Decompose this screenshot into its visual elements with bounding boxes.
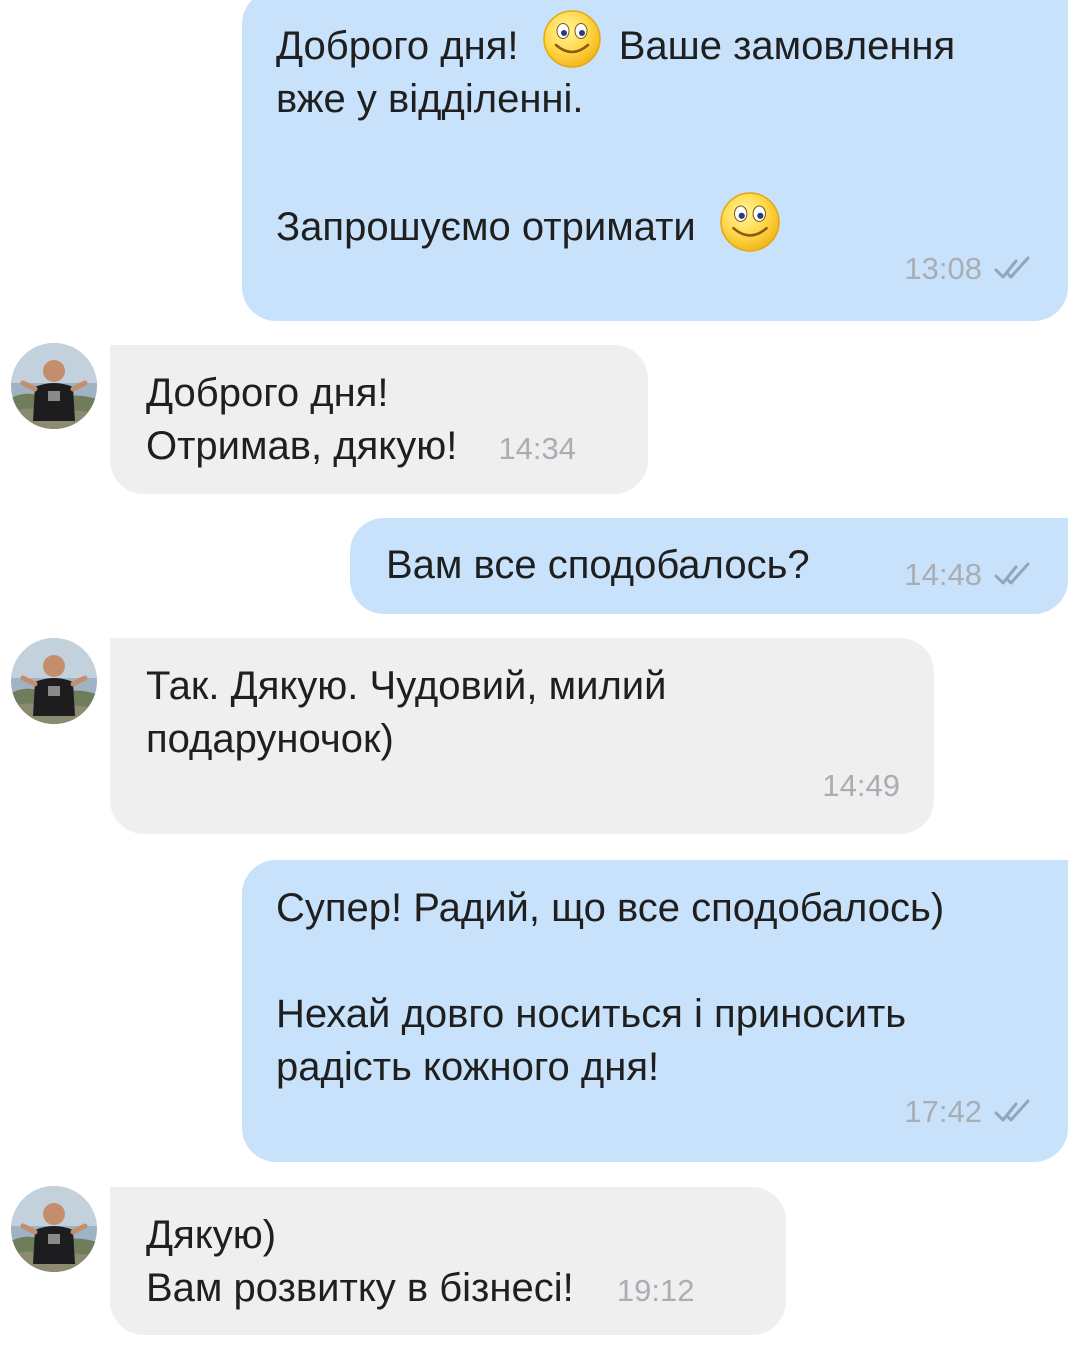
message-text: Вам розвитку в бізнесі! — [146, 1266, 574, 1310]
message-bubble-incoming[interactable]: Так. Дякую. Чудовий, милий подаруночок) … — [110, 638, 934, 834]
message-text-line: Дякую) — [146, 1213, 277, 1257]
message-time: 14:48 — [904, 557, 982, 592]
message-text: Доброго дня! — [276, 24, 519, 68]
double-check-icon — [994, 1099, 1034, 1125]
message-text-line: Доброго дня! Ваше замовлення — [276, 20, 1068, 73]
double-check-icon — [994, 256, 1034, 282]
avatar[interactable] — [11, 638, 97, 724]
message-bubble-incoming[interactable]: Доброго дня! Отримав, дякую! 14:34 — [110, 345, 648, 494]
message-text-line: Отримав, дякую! 14:34 — [146, 420, 648, 475]
smiley-emoji-icon — [719, 191, 781, 253]
message-time: 19:12 — [616, 1273, 695, 1308]
message-text: Отримав, дякую! — [146, 424, 458, 468]
message-text-line: Доброго дня! — [146, 371, 389, 415]
message-text: Ваше замовлення — [618, 24, 956, 68]
message-bubble-outgoing[interactable]: Доброго дня! Ваше замовлення вже у відді… — [242, 0, 1068, 321]
message-text-line: Так. Дякую. Чудовий, милий — [146, 664, 667, 708]
avatar[interactable] — [11, 343, 97, 429]
message-text-line: Нехай довго носиться і приносить — [276, 992, 907, 1036]
smiley-emoji-icon — [542, 9, 602, 69]
message-text: Вам все сподобалось? — [386, 543, 810, 587]
message-time: 13:08 — [904, 251, 982, 286]
message-time: 14:34 — [498, 431, 577, 466]
message-text-line: вже у відділенні. — [276, 77, 584, 121]
message-text: Запрошуємо отримати — [276, 205, 696, 249]
message-text-line: подаруночок) — [146, 717, 394, 761]
double-check-icon — [994, 562, 1034, 588]
message-time: 17:42 — [904, 1094, 982, 1129]
message-text-line: Супер! Радий, що все сподобалось) — [276, 886, 945, 930]
message-time: 14:49 — [822, 768, 900, 803]
message-bubble-incoming[interactable]: Дякую) Вам розвитку в бізнесі! 19:12 — [110, 1187, 786, 1335]
avatar[interactable] — [11, 1186, 97, 1272]
message-text-line: Вам розвитку в бізнесі! 19:12 — [146, 1262, 786, 1317]
message-bubble-outgoing[interactable]: Супер! Радий, що все сподобалось) Нехай … — [242, 860, 1068, 1162]
message-bubble-outgoing[interactable]: Вам все сподобалось? 14:48 — [350, 518, 1068, 614]
